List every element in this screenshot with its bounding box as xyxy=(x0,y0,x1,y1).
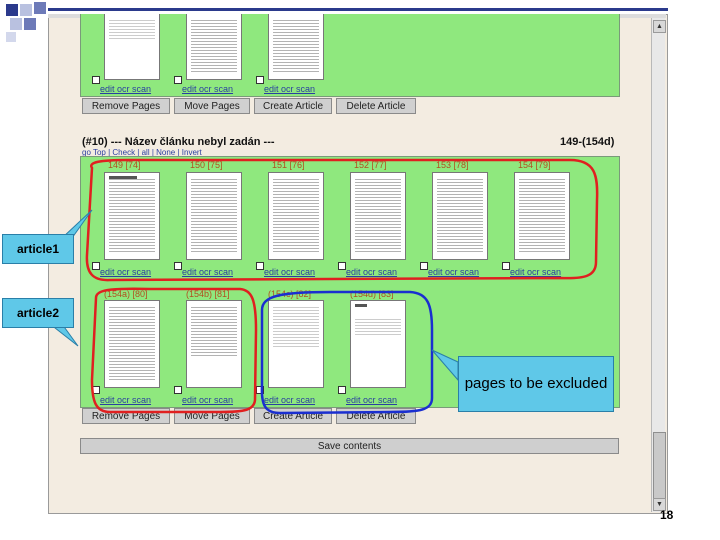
article1-highlight xyxy=(85,158,599,282)
article2-callout: article2 xyxy=(2,298,74,328)
annotation-overlay xyxy=(48,158,599,415)
excluded-pointer xyxy=(431,349,459,382)
article1-callout: article1 xyxy=(2,234,74,264)
article2-highlight xyxy=(90,287,258,414)
excluded-highlight xyxy=(260,290,434,415)
excluded-callout: pages to be excluded xyxy=(458,356,614,412)
slide-page-number: 18 xyxy=(660,508,674,522)
